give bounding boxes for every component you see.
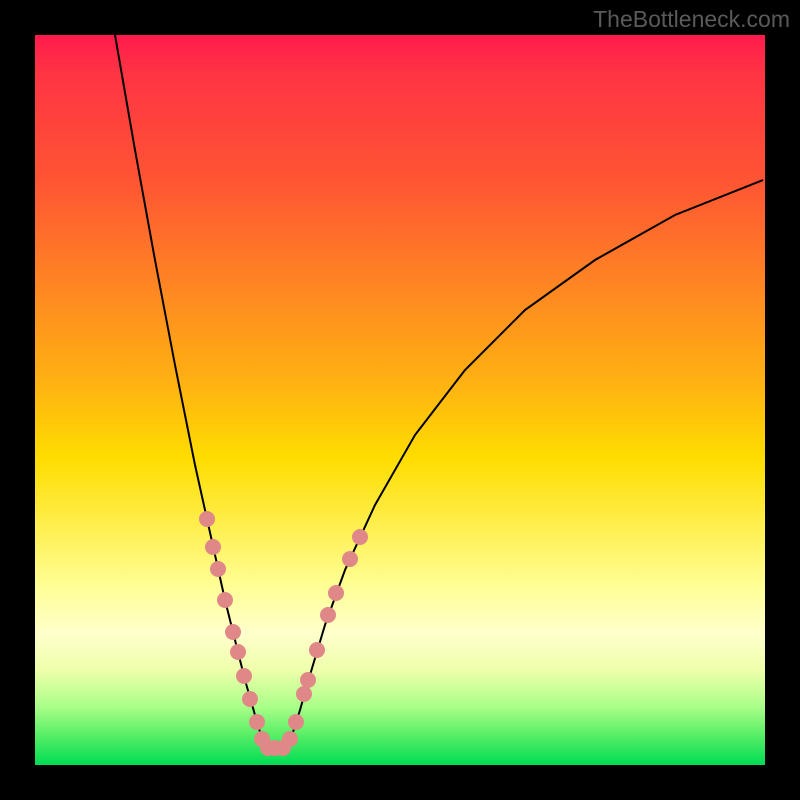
data-marker xyxy=(300,672,316,688)
data-marker xyxy=(205,539,221,555)
data-marker xyxy=(288,714,304,730)
data-marker xyxy=(242,691,258,707)
data-marker xyxy=(249,714,265,730)
data-marker xyxy=(328,585,344,601)
data-marker xyxy=(296,686,312,702)
data-marker xyxy=(352,529,368,545)
chart-svg xyxy=(35,35,765,765)
data-marker xyxy=(199,511,215,527)
data-marker xyxy=(342,551,358,567)
curve-group xyxy=(115,35,763,748)
data-marker xyxy=(217,592,233,608)
data-marker xyxy=(320,607,336,623)
data-marker xyxy=(282,731,298,747)
chart-gradient-area xyxy=(35,35,765,765)
curve-right xyxy=(287,180,763,748)
data-marker xyxy=(225,624,241,640)
curve-left xyxy=(115,35,265,748)
marker-group xyxy=(199,511,368,756)
watermark-text: TheBottleneck.com xyxy=(593,6,790,33)
data-marker xyxy=(230,644,246,660)
data-marker xyxy=(236,668,252,684)
data-marker xyxy=(309,642,325,658)
data-marker xyxy=(210,561,226,577)
